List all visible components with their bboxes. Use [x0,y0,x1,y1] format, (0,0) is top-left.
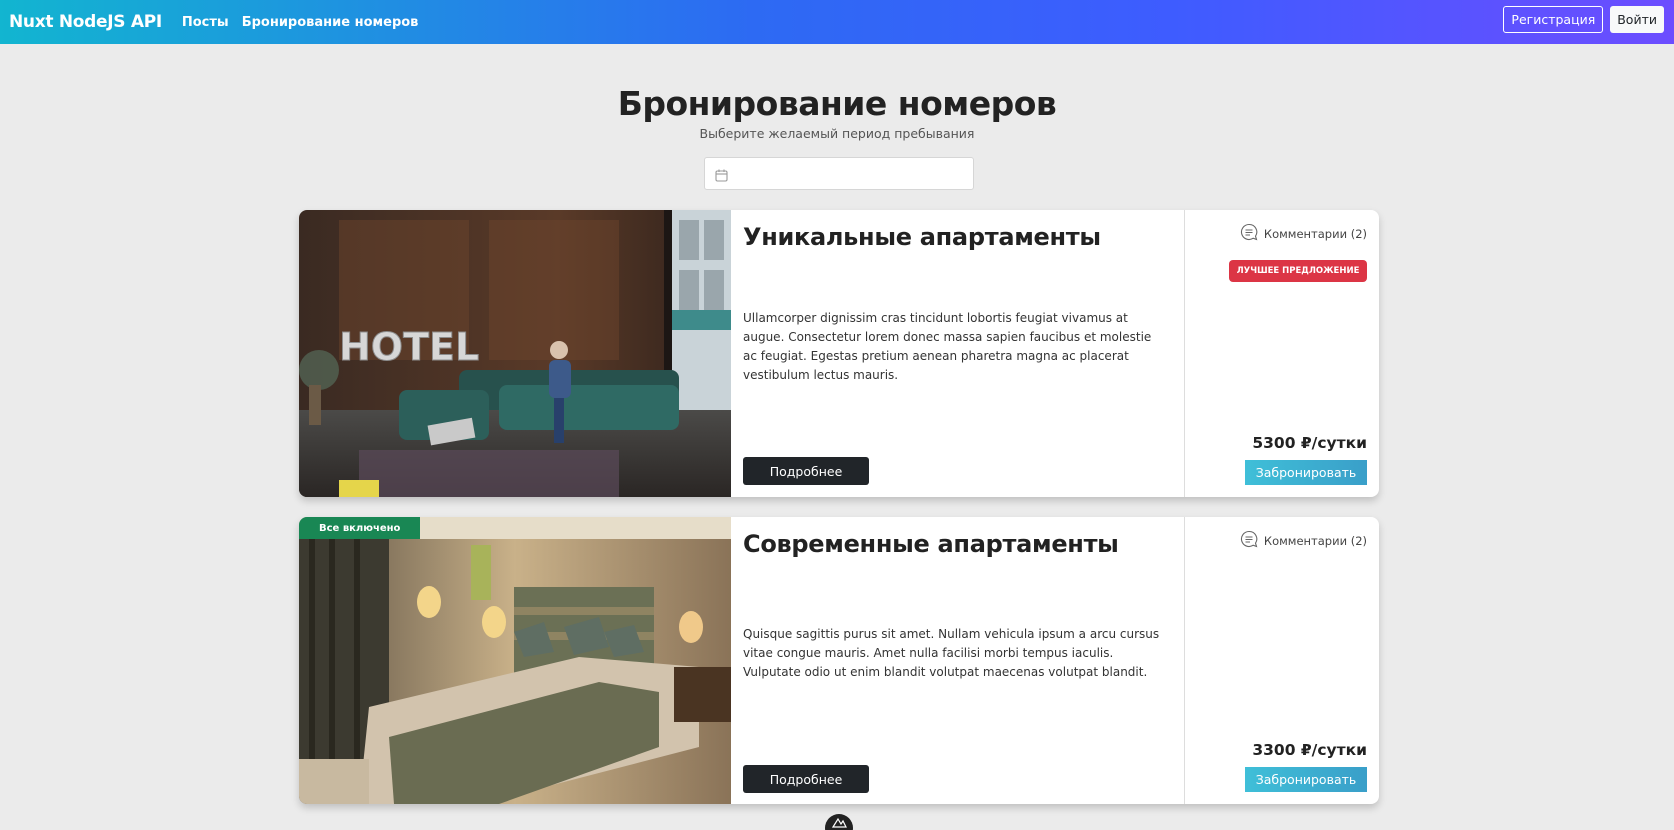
details-button[interactable]: Подробнее [743,765,869,793]
top-navbar: Nuxt NodeJS API Посты Бронирование номер… [0,0,1674,44]
brand-logo[interactable]: Nuxt NodeJS API [9,12,162,32]
comments-count: Комментарии (2) [1263,533,1367,548]
details-button[interactable]: Подробнее [743,457,869,485]
all-inclusive-badge: Все включено [299,517,421,539]
date-range-input[interactable] [704,157,974,190]
comments-count: Комментарии (2) [1263,226,1367,241]
room-card-body: Уникальные апартаменты Ullamcorper digni… [731,210,1184,497]
comment-icon [1240,223,1258,244]
login-button[interactable]: Войти [1610,6,1664,33]
book-button[interactable]: Забронировать [1245,767,1367,792]
nuxt-devtools-icon[interactable] [825,814,853,830]
auth-buttons: Регистрация Войти [1503,6,1664,33]
room-card-body: Современные апартаменты Quisque sagittis… [731,517,1184,804]
room-title[interactable]: Современные апартаменты [743,530,1119,558]
book-button[interactable]: Забронировать [1245,460,1367,485]
room-price: 3300 ₽/сутки [1252,741,1367,759]
register-button[interactable]: Регистрация [1503,6,1604,33]
room-image-hotel-room: Все включено [299,517,731,804]
page-subtitle: Выберите желаемый период пребывания [699,126,975,141]
room-description: Ullamcorper dignissim cras tincidunt lob… [743,311,1152,382]
comments-link[interactable]: Комментарии (2) [1240,223,1367,244]
nav-link-posts[interactable]: Посты [182,15,229,30]
best-offer-badge: ЛУЧШЕЕ ПРЕДЛОЖЕНИЕ [1229,260,1367,282]
comment-icon [1240,530,1258,551]
page-title: Бронирование номеров [617,84,1057,123]
room-price: 5300 ₽/сутки [1252,434,1367,452]
room-card-side: Комментарии (2) 3300 ₽/сутки Забронирова… [1184,517,1379,804]
calendar-icon [715,167,728,186]
nav-link-booking[interactable]: Бронирование номеров [242,15,419,30]
room-card-side: Комментарии (2) ЛУЧШЕЕ ПРЕДЛОЖЕНИЕ 5300 … [1184,210,1379,497]
comments-link[interactable]: Комментарии (2) [1240,530,1367,551]
room-image-hotel-lobby: HOTEL [299,210,731,497]
room-card: HOTEL Уникальные апартаменты Ullamcorper… [299,210,1379,497]
room-description: Quisque sagittis purus sit amet. Nullam … [743,627,1160,679]
svg-text:HOTEL: HOTEL [339,325,479,369]
room-card: Все включено Современные апартаменты Qui… [299,517,1379,804]
room-title[interactable]: Уникальные апартаменты [743,223,1101,251]
